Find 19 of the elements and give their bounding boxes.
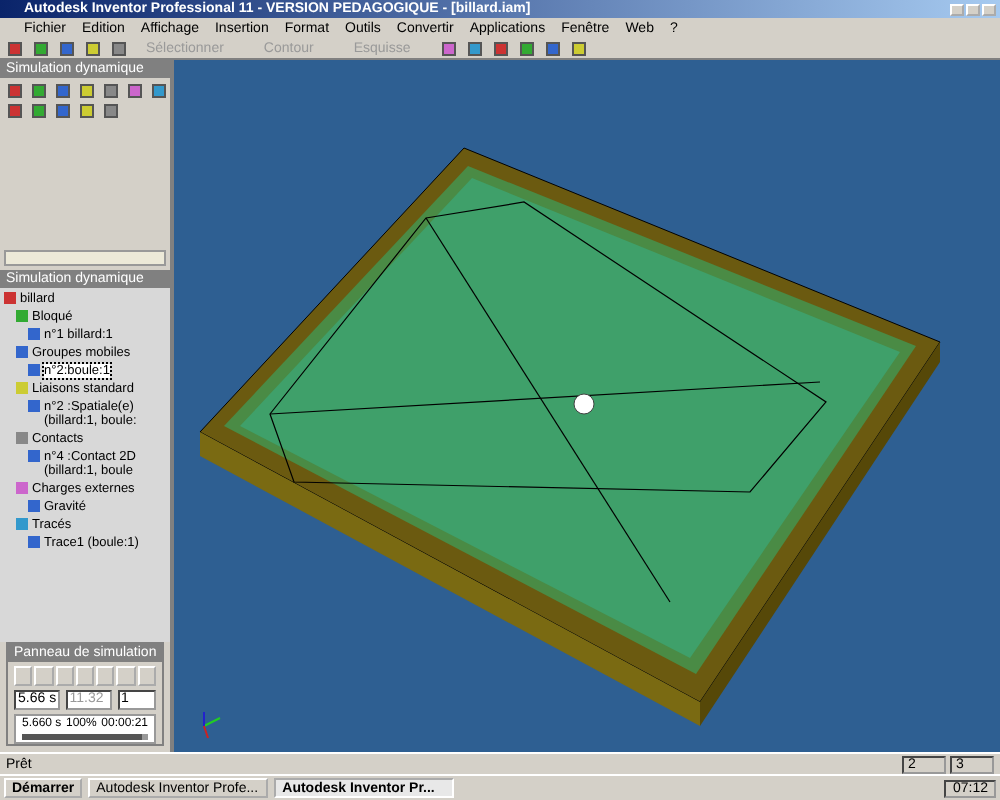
tree-node-icon: [28, 328, 40, 340]
tree-node-icon: [28, 400, 40, 412]
minimize-button[interactable]: [950, 3, 964, 15]
tree-node-icon: [16, 518, 28, 530]
tree-node-icon: [28, 536, 40, 548]
tree-node-icon: [16, 482, 28, 494]
scrollbar[interactable]: [4, 250, 166, 266]
tree-node-icon: [16, 310, 28, 322]
tree-node-icon: [16, 346, 28, 358]
tree-node-icon: [28, 450, 40, 462]
tree-node-icon: [28, 364, 40, 376]
tree-node-icon: [16, 382, 28, 394]
tree-node-icon: [16, 432, 28, 444]
ball: [573, 393, 595, 415]
axis-triad-icon: [203, 711, 221, 739]
tree-node-icon: [4, 292, 16, 304]
maximize-button[interactable]: [966, 3, 980, 15]
tree-node-icon: [28, 500, 40, 512]
close-button[interactable]: [982, 3, 996, 15]
